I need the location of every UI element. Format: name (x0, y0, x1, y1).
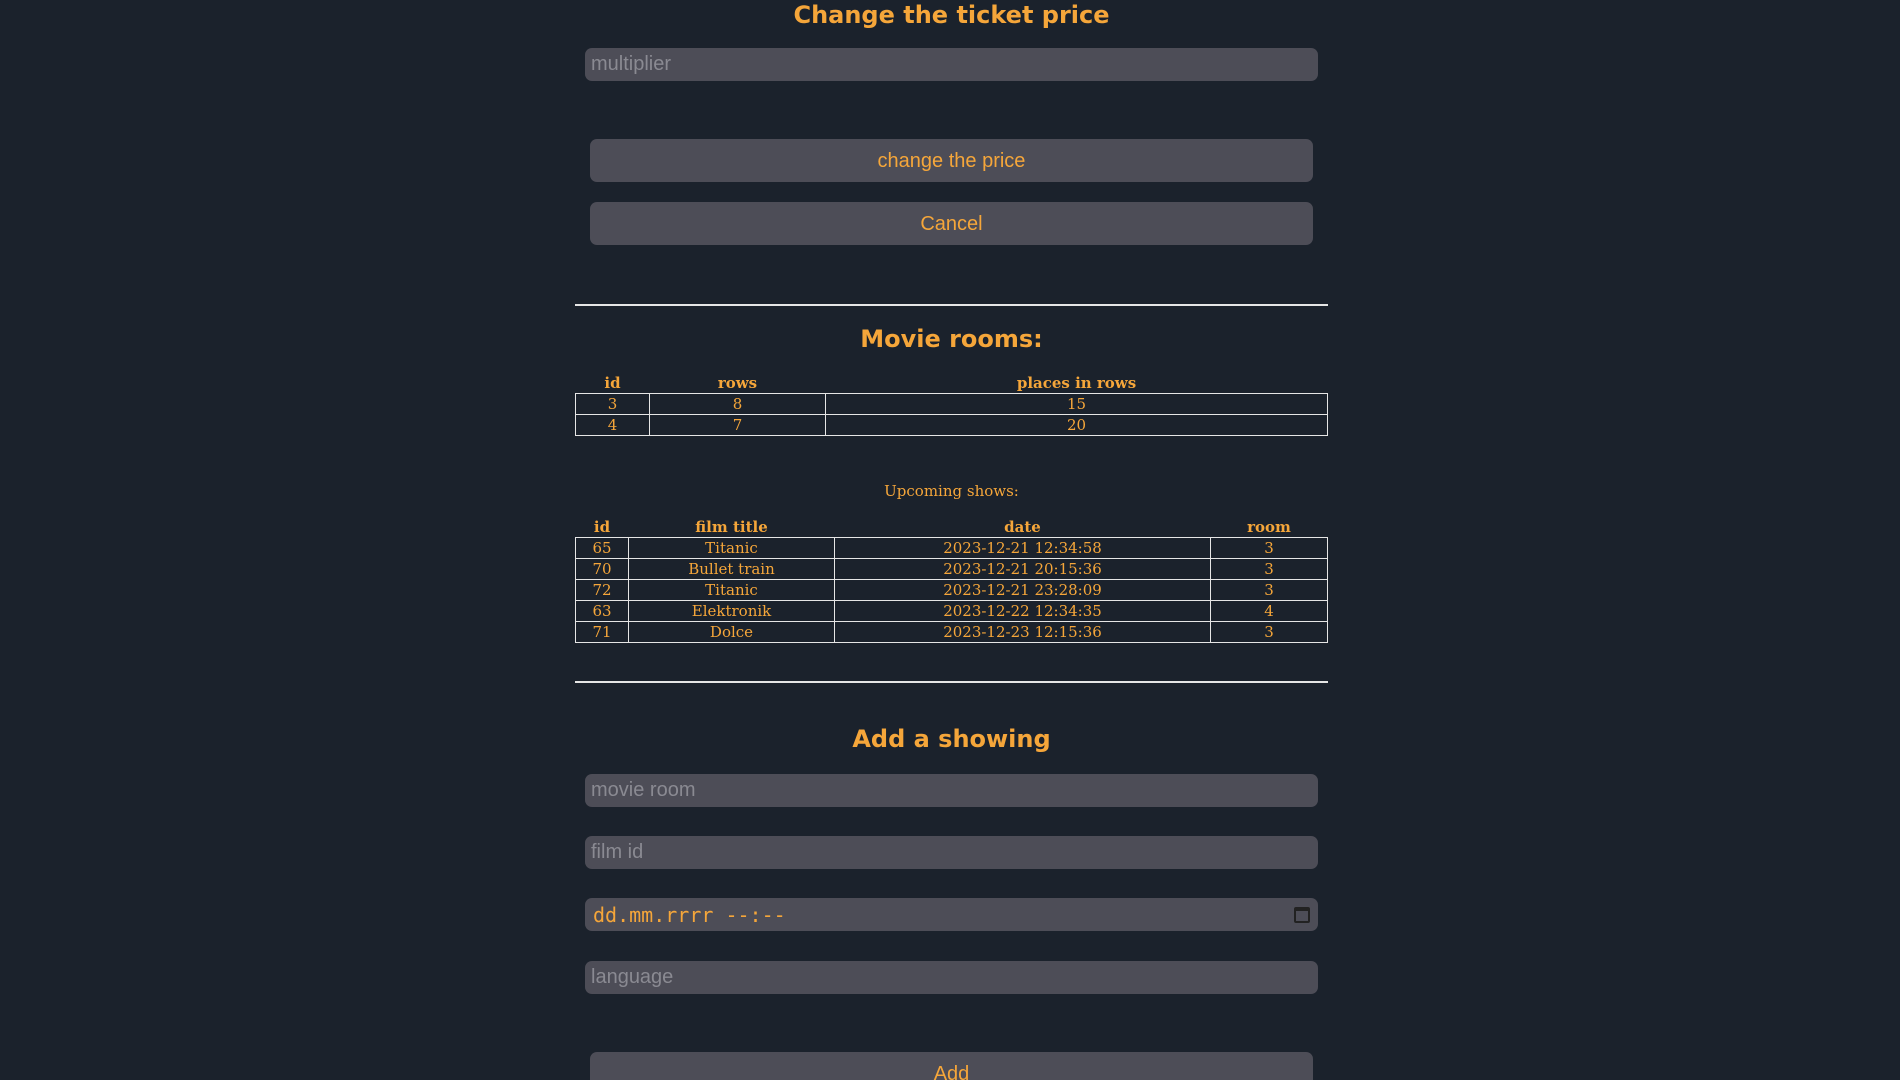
datetime-input[interactable]: dd.mm.rrrr --:-- (585, 898, 1318, 931)
room-places: 20 (825, 414, 1328, 436)
show-room: 3 (1210, 621, 1328, 643)
multiplier-input[interactable] (585, 48, 1318, 81)
room-id: 4 (575, 414, 650, 436)
table-row: 71 Dolce 2023-12-23 12:15:36 3 (575, 621, 1328, 643)
movie-room-input[interactable] (585, 774, 1318, 807)
rooms-table: id rows places in rows 3 8 15 4 7 20 (575, 373, 1328, 436)
show-id: 71 (575, 621, 629, 643)
divider-bottom (575, 681, 1328, 683)
datetime-placeholder: dd.mm.rrrr --:-- (593, 902, 786, 927)
shows-col-room: room (1247, 518, 1291, 536)
room-rows: 7 (649, 414, 826, 436)
shows-col-title: film title (695, 518, 768, 536)
show-id: 65 (575, 537, 629, 559)
table-row: 72 Titanic 2023-12-21 23:28:09 3 (575, 579, 1328, 601)
rooms-col-id: id (604, 374, 621, 392)
calendar-icon[interactable] (1294, 906, 1310, 923)
change-price-button[interactable]: change the price (590, 139, 1313, 182)
table-row: 65 Titanic 2023-12-21 12:34:58 3 (575, 537, 1328, 559)
shows-caption: Upcoming shows: (884, 482, 1019, 500)
show-date: 2023-12-21 20:15:36 (834, 558, 1211, 580)
room-id: 3 (575, 393, 650, 415)
shows-header-row: id film title date room (576, 517, 1328, 538)
shows-col-id: id (593, 518, 611, 536)
show-title: Elektronik (628, 600, 835, 622)
price-form-title: Change the ticket price (793, 1, 1110, 29)
film-id-input[interactable] (585, 836, 1318, 869)
table-row: 70 Bullet train 2023-12-21 20:15:36 3 (575, 558, 1328, 580)
show-room: 3 (1210, 537, 1328, 559)
show-room: 3 (1210, 579, 1328, 601)
show-date: 2023-12-23 12:15:36 (834, 621, 1211, 643)
show-id: 70 (575, 558, 629, 580)
admin-page: Change the ticket price change the price… (0, 0, 1900, 1080)
show-title: Dolce (628, 621, 835, 643)
add-button[interactable]: Add (590, 1052, 1313, 1080)
shows-table: id film title date room 65 Titanic 2023-… (575, 517, 1328, 643)
room-places: 15 (825, 393, 1328, 415)
divider-top (575, 304, 1328, 306)
show-room: 3 (1210, 558, 1328, 580)
show-id: 72 (575, 579, 629, 601)
rooms-col-places: places in rows (1016, 374, 1137, 392)
show-title: Bullet train (628, 558, 835, 580)
show-date: 2023-12-21 12:34:58 (834, 537, 1211, 559)
rooms-header-row: id rows places in rows (576, 373, 1328, 394)
table-row: 63 Elektronik 2023-12-22 12:34:35 4 (575, 600, 1328, 622)
language-input[interactable] (585, 961, 1318, 994)
add-form-title: Add a showing (852, 725, 1051, 753)
show-date: 2023-12-22 12:34:35 (834, 600, 1211, 622)
shows-col-date: date (1004, 518, 1041, 536)
show-date: 2023-12-21 23:28:09 (834, 579, 1211, 601)
rooms-col-rows: rows (717, 374, 758, 392)
show-id: 63 (575, 600, 629, 622)
room-rows: 8 (649, 393, 826, 415)
show-title: Titanic (628, 579, 835, 601)
show-room: 4 (1210, 600, 1328, 622)
cancel-button[interactable]: Cancel (590, 202, 1313, 245)
rooms-title: Movie rooms: (860, 325, 1043, 353)
show-title: Titanic (628, 537, 835, 559)
table-row: 3 8 15 (575, 393, 1328, 415)
table-row: 4 7 20 (575, 414, 1328, 436)
